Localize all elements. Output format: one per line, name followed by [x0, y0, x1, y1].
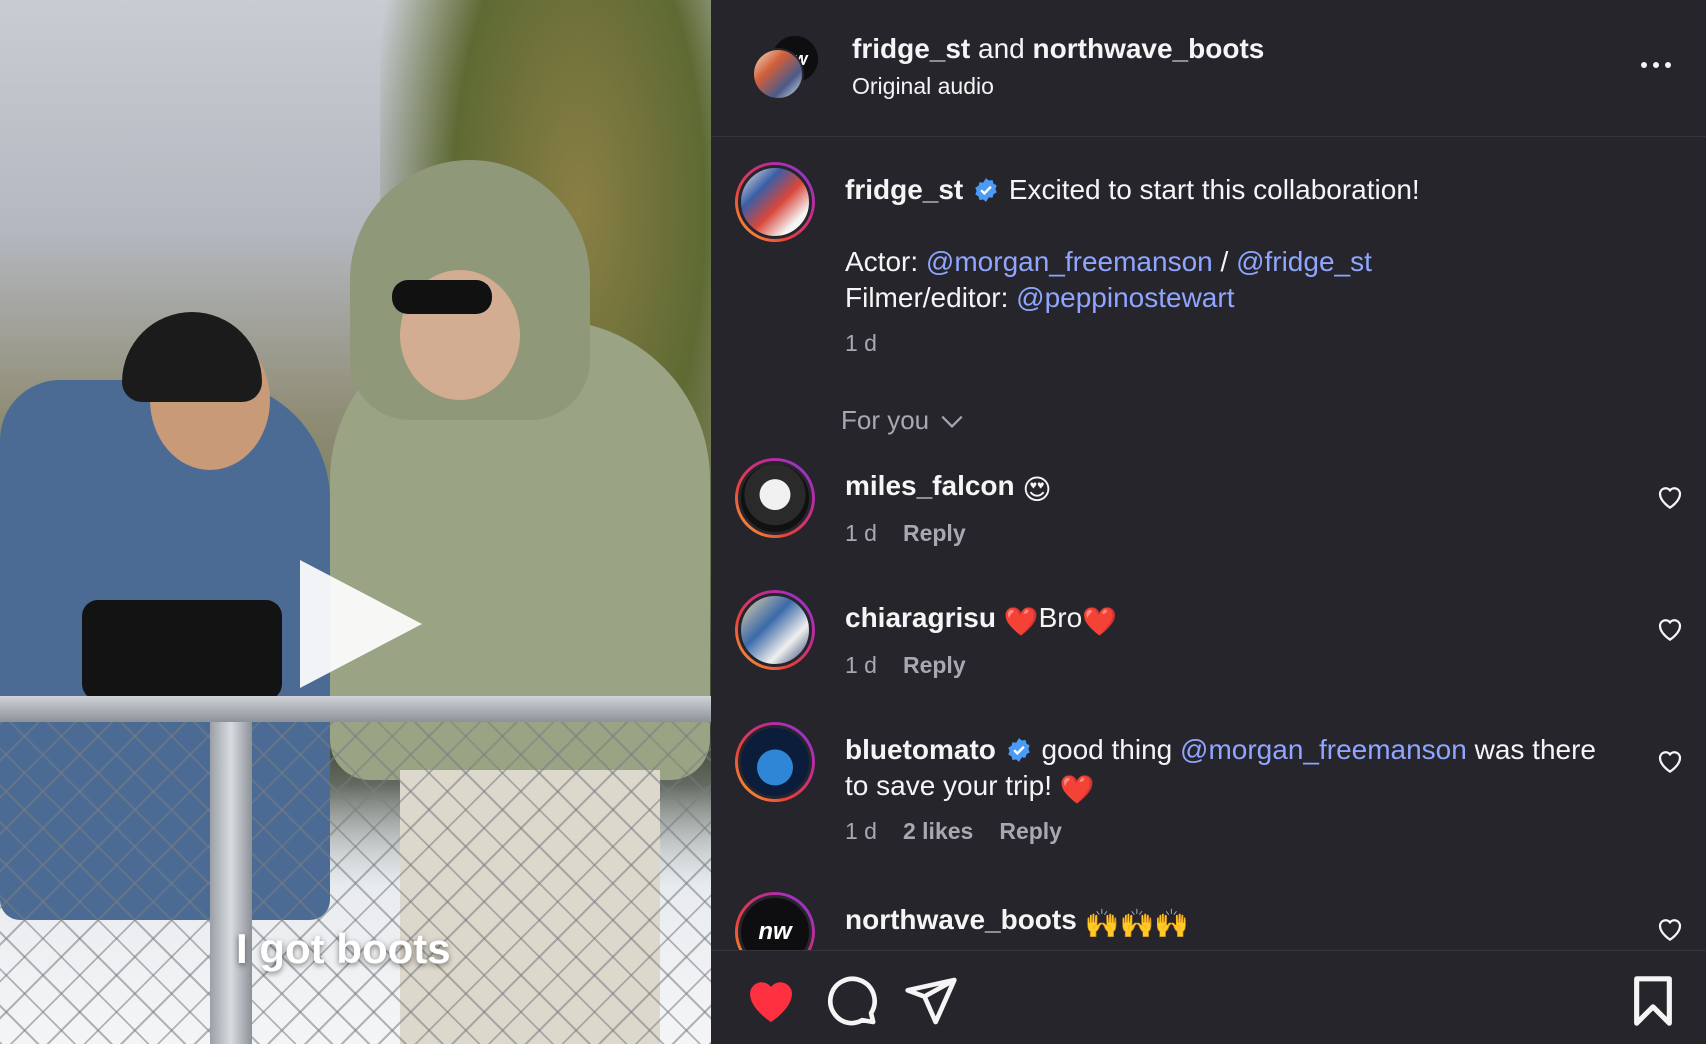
comment-username[interactable]: chiaragrisu [845, 602, 996, 633]
comment-username[interactable]: northwave_boots [845, 904, 1077, 935]
comment-text: good thing [1041, 734, 1181, 765]
red-heart-emoji: ❤️ [1082, 606, 1118, 637]
comment-body: miles_falcon 😍 [845, 468, 1625, 508]
raising-hands-emoji: 🙌🙌🙌 [1084, 908, 1190, 939]
collab-avatars[interactable]: nw [744, 30, 834, 110]
comment-bubble-icon[interactable] [823, 973, 879, 1029]
video-fence [0, 722, 711, 1044]
action-bar [711, 950, 1706, 1044]
comment-meta: 1 d Reply [845, 520, 966, 547]
play-icon[interactable] [300, 560, 422, 688]
reply-button[interactable]: Reply [999, 818, 1062, 845]
chevron-down-icon [941, 415, 963, 428]
audio-link[interactable]: Original audio [852, 73, 994, 100]
mention-link[interactable]: @morgan_freemanson [1180, 734, 1467, 765]
credit-separator: / [1212, 246, 1237, 277]
app-root: I got boots nw fridge_st and northwave_b… [0, 0, 1706, 1044]
red-heart-emoji: ❤️ [1059, 774, 1095, 805]
video-sunglasses [392, 280, 492, 314]
video-caption: I got boots [236, 925, 451, 972]
avatar[interactable] [735, 722, 815, 802]
comment-body: bluetomato good thing @morgan_freemanson… [845, 732, 1625, 808]
comment-sort-dropdown[interactable]: For you [841, 405, 965, 436]
credit-filmer-label: Filmer/editor: [845, 282, 1017, 313]
post-panel: nw fridge_st and northwave_boots Origina… [711, 0, 1706, 1044]
avatar[interactable]: nw [735, 892, 815, 950]
comment-text: Bro [1038, 602, 1083, 633]
header-title: fridge_st and northwave_boots [852, 33, 1264, 65]
comment-meta: 1 d Reply [845, 652, 966, 679]
reply-button[interactable]: Reply [903, 652, 966, 679]
avatar-fridge-st[interactable] [752, 48, 804, 100]
northwave-logo: nw [758, 918, 792, 945]
header-author-2[interactable]: northwave_boots [1033, 33, 1265, 64]
video-player[interactable]: I got boots [0, 0, 711, 1044]
comment-body: chiaragrisu ❤️Bro❤️ [845, 600, 1625, 640]
comment-timestamp: 1 d [845, 520, 877, 546]
avatar[interactable] [735, 162, 815, 242]
post-author[interactable]: fridge_st [845, 174, 963, 205]
heart-eyes-emoji: 😍 [1022, 474, 1052, 505]
video-fence-post [210, 722, 252, 1044]
verified-badge-icon [975, 178, 997, 202]
video-boots [82, 600, 282, 700]
comment-item: nw northwave_boots 🙌🙌🙌 [735, 892, 1675, 950]
post-header: nw fridge_st and northwave_boots Origina… [711, 0, 1706, 137]
comment-sort-label: For you [841, 405, 930, 435]
credit-actor-label: Actor: [845, 246, 926, 277]
avatar[interactable] [735, 458, 815, 538]
comment-like-count[interactable]: 2 likes [903, 818, 973, 845]
mention-link[interactable]: @morgan_freemanson [926, 246, 1213, 277]
like-heart-icon[interactable] [1655, 482, 1685, 512]
like-heart-icon[interactable] [1655, 914, 1685, 944]
more-dots-icon[interactable] [1631, 52, 1681, 78]
mention-link[interactable]: @fridge_st [1236, 246, 1372, 277]
comment-meta: 1 d 2 likes Reply [845, 818, 1062, 845]
heart-filled-icon[interactable] [743, 973, 799, 1029]
paper-plane-icon[interactable] [903, 973, 959, 1029]
header-author-1[interactable]: fridge_st [852, 33, 970, 64]
comment-username[interactable]: bluetomato [845, 734, 996, 765]
mention-link[interactable]: @peppinostewart [1016, 282, 1234, 313]
header-conjunction: and [970, 33, 1033, 64]
like-heart-icon[interactable] [1655, 746, 1685, 776]
post-caption: fridge_st Excited to start this collabor… [845, 172, 1665, 316]
avatar[interactable] [735, 590, 815, 670]
video-beanie [122, 312, 262, 402]
comment-timestamp: 1 d [845, 652, 877, 678]
video-fence-rail [0, 696, 711, 722]
post-timestamp: 1 d [845, 330, 877, 356]
verified-badge-icon [1007, 738, 1030, 762]
post-text: Excited to start this collaboration! [1008, 174, 1420, 205]
bookmark-icon[interactable] [1625, 973, 1681, 1029]
comment-body: northwave_boots 🙌🙌🙌 [845, 902, 1625, 942]
red-heart-emoji: ❤️ [1003, 606, 1039, 637]
like-heart-icon[interactable] [1655, 614, 1685, 644]
comment-username[interactable]: miles_falcon [845, 470, 1015, 501]
reply-button[interactable]: Reply [903, 520, 966, 547]
comment-timestamp: 1 d [845, 818, 877, 844]
